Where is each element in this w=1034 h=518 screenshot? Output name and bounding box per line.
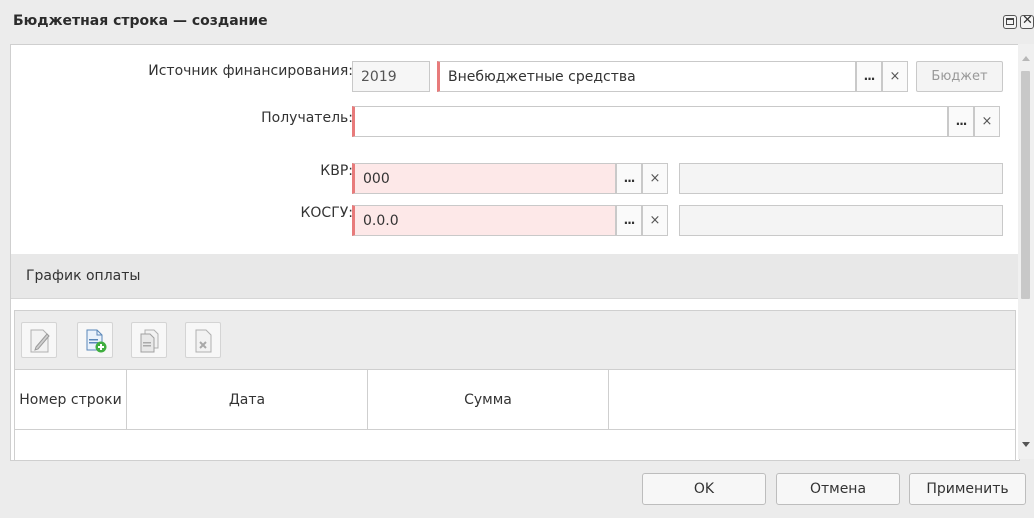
kosgu-description-field — [679, 205, 1003, 236]
source-label: Источник финансирования: — [148, 63, 353, 79]
vertical-scrollbar[interactable] — [1018, 44, 1034, 459]
source-clear-button[interactable]: × — [882, 61, 908, 92]
grid-body — [15, 430, 1015, 460]
kvr-select-button[interactable]: ... — [616, 163, 642, 194]
column-date[interactable]: Дата — [127, 370, 368, 429]
kvr-clear-button[interactable]: × — [642, 163, 668, 194]
close-icon: ✕ — [1022, 13, 1033, 28]
payment-schedule-panel: Номер строки Дата Сумма — [14, 310, 1016, 460]
budget-button[interactable]: Бюджет — [916, 61, 1003, 92]
column-row-number[interactable]: Номер строки — [15, 370, 127, 429]
scroll-down-icon[interactable] — [1022, 442, 1030, 447]
section-title: График оплаты — [26, 268, 141, 284]
copy-row-button[interactable] — [131, 322, 167, 358]
source-select-button[interactable]: ... — [856, 61, 882, 92]
edit-button[interactable] — [21, 322, 57, 358]
maximize-button[interactable] — [1003, 15, 1017, 29]
grid-header: Номер строки Дата Сумма — [15, 369, 1015, 430]
delete-document-icon — [195, 329, 212, 353]
cancel-button[interactable]: Отмена — [776, 473, 900, 505]
add-document-icon — [86, 329, 107, 353]
kvr-label: КВР: — [320, 163, 353, 179]
source-year-field: 2019 — [352, 61, 430, 92]
recipient-field[interactable] — [352, 106, 948, 137]
kvr-description-field — [679, 163, 1003, 194]
source-field[interactable]: Внебюджетные средства — [437, 61, 856, 92]
budget-line-dialog: Бюджетная строка — создание ✕ Источник ф… — [0, 0, 1034, 518]
kosgu-select-button[interactable]: ... — [616, 205, 642, 236]
close-button[interactable]: ✕ — [1020, 13, 1034, 29]
scroll-thumb[interactable] — [1021, 71, 1030, 299]
column-amount[interactable]: Сумма — [368, 370, 609, 429]
kosgu-clear-button[interactable]: × — [642, 205, 668, 236]
add-row-button[interactable] — [77, 322, 113, 358]
title-bar: Бюджетная строка — создание ✕ — [0, 0, 1034, 44]
delete-row-button[interactable] — [185, 322, 221, 358]
copy-document-icon — [140, 329, 159, 353]
recipient-select-button[interactable]: ... — [948, 106, 974, 137]
payment-schedule-header[interactable]: График оплаты — [11, 254, 1019, 299]
recipient-clear-button[interactable]: × — [974, 106, 1000, 137]
form-body: Источник финансирования: 2019 Внебюджетн… — [10, 44, 1020, 461]
kosgu-label: КОСГУ: — [300, 205, 353, 221]
scroll-up-icon[interactable] — [1022, 56, 1030, 61]
kvr-field[interactable]: 000 — [352, 163, 616, 194]
kosgu-field[interactable]: 0.0.0 — [352, 205, 616, 236]
column-empty — [609, 370, 1015, 429]
window-title: Бюджетная строка — создание — [13, 13, 268, 29]
recipient-label: Получатель: — [261, 110, 353, 126]
edit-icon — [30, 329, 50, 353]
apply-button[interactable]: Применить — [909, 473, 1026, 505]
ok-button[interactable]: OK — [642, 473, 766, 505]
grid-toolbar — [15, 311, 1015, 369]
